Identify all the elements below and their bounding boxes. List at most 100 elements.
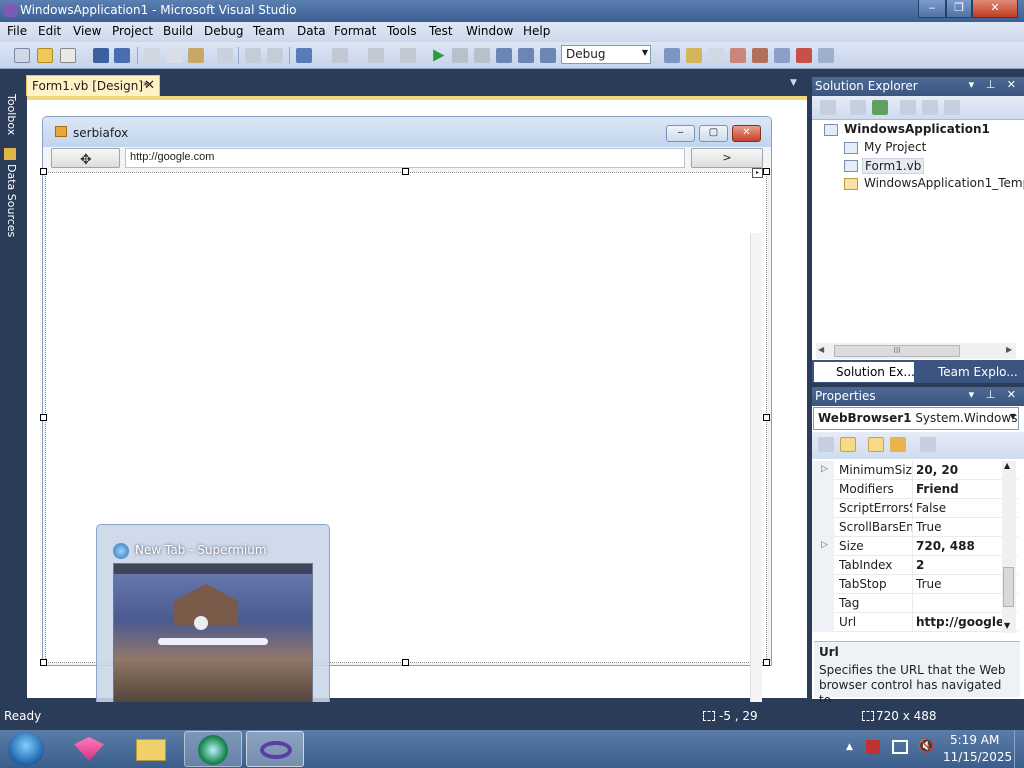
show-desktop-button[interactable]	[1014, 730, 1024, 768]
properties-window-icon[interactable]	[708, 48, 724, 63]
property-row[interactable]: ▷ Size 720, 488	[812, 537, 1018, 556]
tab-solution-explorer[interactable]: Solution Ex...	[814, 362, 915, 382]
property-value[interactable]: 720, 488	[916, 539, 1004, 553]
scroll-down-icon[interactable]: ▼	[1004, 621, 1010, 630]
resize-handle[interactable]	[40, 414, 47, 421]
solution-explorer-icon[interactable]	[686, 48, 702, 63]
tree-item-my-project[interactable]: My Project	[864, 140, 926, 154]
scroll-right-icon[interactable]: ▶	[1006, 345, 1012, 354]
action-center-icon[interactable]	[866, 740, 880, 754]
stop-icon[interactable]	[474, 48, 490, 63]
property-row[interactable]: TabStop True	[812, 575, 1018, 594]
add-item-icon[interactable]	[60, 48, 76, 63]
panel-pin-close-icon[interactable]: ▾ ⊥ ✕	[969, 388, 1020, 401]
property-value[interactable]: True	[916, 520, 1004, 534]
object-browser-icon[interactable]	[730, 48, 746, 63]
menu-build[interactable]: Build	[163, 24, 193, 38]
data-sources-tab[interactable]: Data Sources	[2, 164, 18, 237]
view-designer-icon[interactable]	[922, 100, 938, 115]
form-close-button[interactable]: ✕	[732, 125, 761, 142]
pause-icon[interactable]	[452, 48, 468, 63]
move-handle-icon[interactable]: ✥	[80, 152, 92, 168]
navigate-forward-icon[interactable]	[400, 48, 416, 63]
property-row[interactable]: ScrollBarsEnal True	[812, 518, 1018, 537]
preview-thumbnail[interactable]	[113, 563, 313, 707]
resize-handle[interactable]	[763, 168, 770, 175]
menu-tools[interactable]: Tools	[387, 24, 417, 38]
property-value[interactable]: 2	[916, 558, 1004, 572]
close-tab-icon[interactable]: ✕	[144, 78, 155, 93]
resize-handle[interactable]	[40, 659, 47, 666]
menu-team[interactable]: Team	[253, 24, 285, 38]
go-button[interactable]: >	[691, 148, 763, 168]
property-pages-icon[interactable]	[920, 437, 936, 452]
extension-manager-icon[interactable]	[796, 48, 812, 63]
property-row[interactable]: Url http://google.c	[812, 613, 1018, 632]
scroll-left-icon[interactable]: ◀	[818, 345, 824, 354]
menu-edit[interactable]: Edit	[38, 24, 61, 38]
property-value[interactable]: False	[916, 501, 1004, 515]
resize-handle[interactable]	[402, 168, 409, 175]
class-diagram-icon[interactable]	[944, 100, 960, 115]
panel-pin-close-icon[interactable]: ▾ ⊥ ✕	[969, 78, 1020, 91]
webbrowser-scrollbar[interactable]	[750, 233, 762, 717]
smart-tag-icon[interactable]: ▸	[752, 168, 763, 178]
property-value[interactable]: 20, 20	[916, 463, 1004, 477]
save-all-icon[interactable]	[114, 48, 130, 63]
scroll-up-icon[interactable]: ▲	[1004, 461, 1010, 470]
toolbox-icon[interactable]	[752, 48, 768, 63]
command-window-icon[interactable]	[818, 48, 834, 63]
clock-time[interactable]: 5:19 AM	[950, 733, 999, 747]
resize-handle[interactable]	[763, 659, 770, 666]
copy-icon[interactable]	[166, 48, 182, 63]
find-in-files-icon[interactable]	[664, 48, 680, 63]
minimize-button[interactable]: ‒	[918, 0, 946, 18]
alphabetical-icon[interactable]	[840, 437, 856, 452]
property-row[interactable]: TabIndex 2	[812, 556, 1018, 575]
property-row[interactable]: Modifiers Friend	[812, 480, 1018, 499]
resize-handle[interactable]	[40, 168, 47, 175]
property-value[interactable]: http://google.c	[916, 615, 1004, 629]
property-value[interactable]: True	[916, 577, 1004, 591]
network-icon[interactable]	[892, 740, 908, 754]
taskbar-app-1[interactable]	[60, 731, 118, 767]
properties-view-icon[interactable]	[868, 437, 884, 452]
property-grid-scrollbar[interactable]: ▲ ▼	[1002, 461, 1016, 633]
property-row[interactable]: Tag	[812, 594, 1018, 613]
navigate-backward-icon[interactable]	[368, 48, 384, 63]
resize-handle[interactable]	[763, 414, 770, 421]
paste-icon[interactable]	[188, 48, 204, 63]
start-debugging-icon[interactable]	[433, 49, 445, 62]
solution-node[interactable]: WindowsApplication1	[844, 122, 990, 136]
expand-icon[interactable]: ▷	[821, 464, 828, 474]
menu-window[interactable]: Window	[466, 24, 513, 38]
comment-icon[interactable]	[245, 48, 261, 63]
open-icon[interactable]	[37, 48, 53, 63]
url-textbox[interactable]: http://google.com	[125, 148, 685, 168]
refresh-icon[interactable]	[872, 100, 888, 115]
solution-configuration-select[interactable]: Debug ▼	[561, 45, 651, 64]
undo-icon[interactable]	[296, 48, 312, 63]
taskbar-explorer[interactable]	[122, 731, 180, 767]
taskbar-thumbnail-preview[interactable]: New Tab - Supermium	[96, 524, 330, 722]
tab-dropdown-icon[interactable]: ▼	[790, 78, 797, 88]
clock-date[interactable]: 11/15/2025	[943, 750, 1012, 764]
cut-icon[interactable]	[144, 48, 160, 63]
save-icon[interactable]	[93, 48, 109, 63]
restore-button[interactable]: ❐	[946, 0, 972, 18]
start-page-icon[interactable]	[774, 48, 790, 63]
menu-data[interactable]: Data	[297, 24, 326, 38]
property-value[interactable]: Friend	[916, 482, 1004, 496]
new-project-icon[interactable]	[14, 48, 30, 63]
form-maximize-button[interactable]: ▢	[699, 125, 728, 142]
solution-explorer-hscroll[interactable]: ◀ III ▶	[816, 343, 1016, 359]
categorized-icon[interactable]	[818, 437, 834, 452]
uncomment-icon[interactable]	[267, 48, 283, 63]
property-row[interactable]: ▷ MinimumSize 20, 20	[812, 461, 1018, 480]
menu-test[interactable]: Test	[429, 24, 453, 38]
tree-item-temp-key[interactable]: WindowsApplication1_Temp	[864, 176, 1024, 190]
start-button-icon[interactable]	[8, 732, 44, 766]
menu-view[interactable]: View	[73, 24, 101, 38]
volume-muted-icon[interactable]: 🔇	[918, 739, 934, 754]
show-hidden-icons-icon[interactable]: ▲	[846, 742, 853, 752]
